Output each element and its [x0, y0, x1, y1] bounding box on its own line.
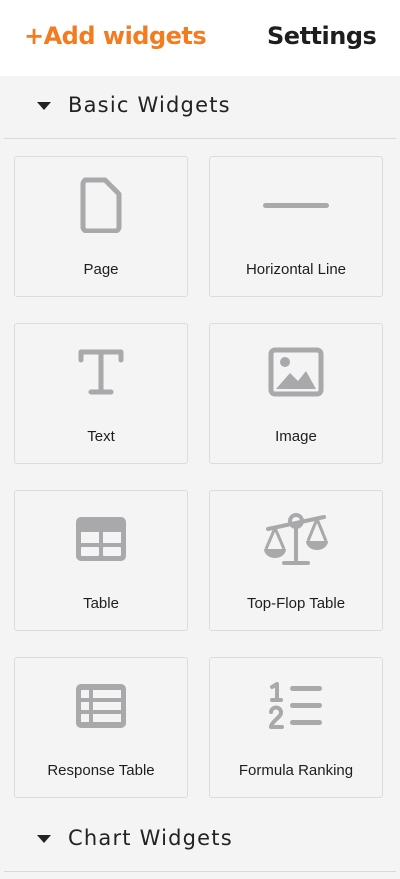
image-icon — [266, 342, 326, 402]
caret-down-icon — [37, 835, 51, 843]
page-icon — [71, 175, 131, 235]
widget-label: Image — [275, 428, 317, 445]
widget-label: Top-Flop Table — [246, 595, 346, 612]
section-title: Chart Widgets — [68, 826, 233, 850]
tab-add-widgets[interactable]: +Add widgets — [24, 22, 207, 50]
tab-settings[interactable]: Settings — [267, 22, 377, 50]
widget-tabs: +Add widgets Settings — [0, 0, 400, 76]
widget-card-table[interactable]: Table — [14, 490, 188, 631]
widget-label: Text — [87, 428, 115, 445]
widget-card-text[interactable]: Text — [14, 323, 188, 464]
section-title: Basic Widgets — [68, 93, 231, 117]
widget-label: Page — [83, 261, 119, 278]
section-basic-widgets[interactable]: Basic Widgets — [4, 76, 396, 139]
widget-label: Table — [83, 595, 119, 612]
widget-card-image[interactable]: Image — [209, 323, 383, 464]
widget-card-top-flop-table[interactable]: Top-Flop Table — [209, 490, 383, 631]
widget-card-response-table[interactable]: Response Table — [14, 657, 188, 798]
widget-card-horizontal-line[interactable]: Horizontal Line — [209, 156, 383, 297]
scale-icon — [261, 509, 331, 569]
widget-label: Formula Ranking — [238, 762, 354, 779]
widget-card-page[interactable]: Page — [14, 156, 188, 297]
widget-label: Response Table — [47, 762, 155, 779]
ordered-list-icon — [266, 676, 326, 736]
widget-label: Horizontal Line — [245, 261, 347, 278]
horizontal-line-icon — [261, 175, 331, 235]
section-chart-widgets[interactable]: Chart Widgets — [4, 809, 396, 872]
response-table-icon — [71, 676, 131, 736]
table-icon — [71, 509, 131, 569]
widget-card-formula-ranking[interactable]: Formula Ranking — [209, 657, 383, 798]
text-icon — [71, 342, 131, 402]
widget-panel: Basic Widgets Page Horizontal Line Text — [0, 76, 400, 879]
caret-down-icon — [37, 102, 51, 110]
